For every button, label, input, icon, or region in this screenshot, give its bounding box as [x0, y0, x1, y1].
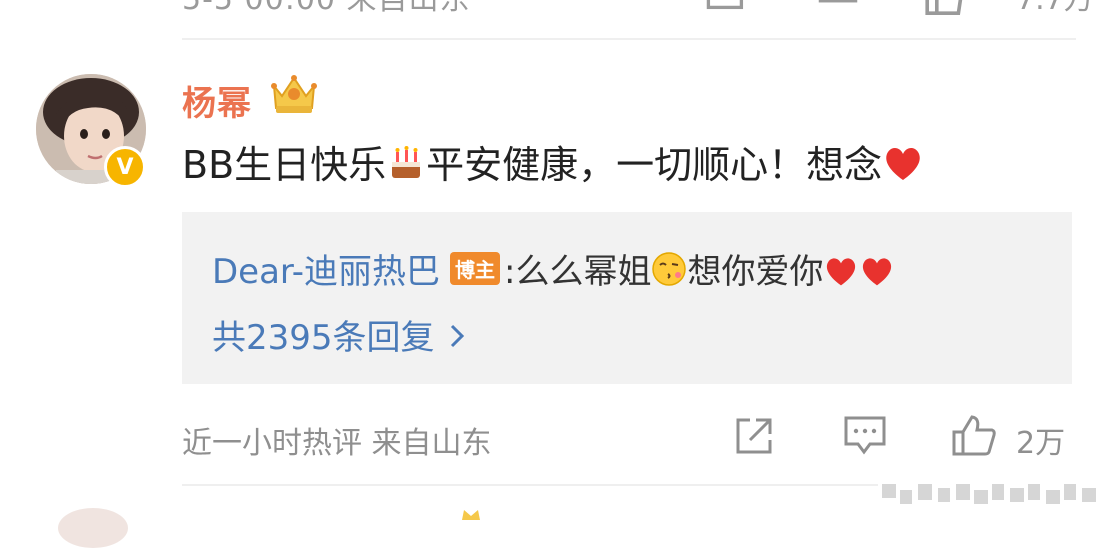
- chevron-right-icon: [450, 324, 464, 348]
- previous-comment-meta: 5-5 00:00 来自山东: [182, 0, 471, 18]
- heart-icon: [886, 148, 920, 180]
- birthday-cake-icon: [392, 146, 421, 178]
- comment-meta: 近一小时热评 来自山东: [182, 426, 492, 461]
- comment-icon[interactable]: [816, 0, 860, 14]
- share-icon[interactable]: [704, 0, 748, 14]
- watermark-mosaic: [878, 478, 1104, 516]
- like-count: 2万: [1016, 426, 1066, 461]
- heart-icon: [827, 258, 856, 286]
- crown-icon[interactable]: [268, 72, 320, 116]
- reply-line: Dear-迪丽热巴 博主:么么幂姐 想你爱你: [212, 244, 895, 293]
- kiss-face-icon: [652, 252, 687, 286]
- reply-count-link[interactable]: 共2395条回复: [212, 310, 465, 359]
- reply-text-after: 想你爱你: [687, 252, 824, 292]
- reply-text-before: :么么幂姐: [504, 252, 652, 292]
- reply-count-text: 共2395条回复: [212, 318, 435, 358]
- comment-text: BB生日快乐 平安健康，一切顺心！想念: [182, 134, 924, 189]
- previous-comment-footer: 5-5 00:00 来自山东 7.7万: [0, 0, 1106, 40]
- thumbs-up-icon[interactable]: [920, 0, 968, 18]
- crown-icon: [462, 510, 480, 520]
- comment-username[interactable]: 杨幂: [182, 76, 252, 125]
- heart-icon: [863, 258, 892, 286]
- reply-username[interactable]: Dear-迪丽热巴: [212, 252, 440, 292]
- thumbs-up-icon[interactable]: [950, 414, 998, 458]
- comment-text-part-2: 平安健康，一切顺心！想念: [426, 143, 883, 187]
- verified-badge-icon: V: [104, 146, 146, 188]
- previous-like-count: 7.7万: [1016, 0, 1094, 18]
- blogger-badge: 博主: [450, 252, 501, 285]
- comment-icon[interactable]: [842, 414, 888, 458]
- share-icon[interactable]: [732, 414, 776, 458]
- comment-text-part-1: BB生日快乐: [182, 143, 387, 187]
- divider: [182, 38, 1076, 40]
- next-comment-avatar[interactable]: [58, 508, 128, 548]
- reply-box[interactable]: Dear-迪丽热巴 博主:么么幂姐 想你爱你 共2395条回复: [182, 212, 1072, 384]
